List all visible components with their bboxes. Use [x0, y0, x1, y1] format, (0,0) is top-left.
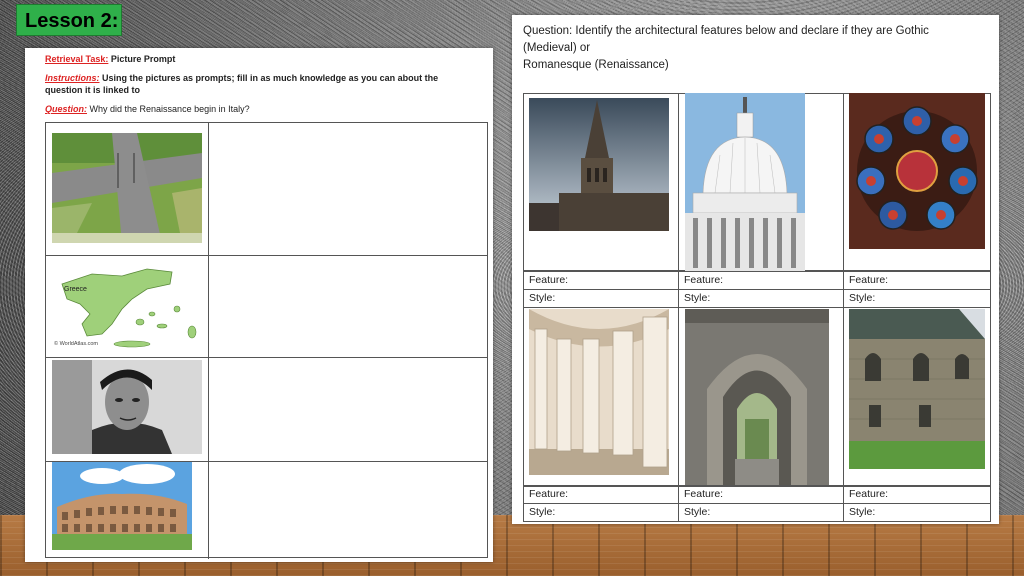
retrieval-task-value: Picture Prompt [110, 54, 176, 64]
feature-label: Feature: [678, 271, 844, 290]
greece-map-image: Greece © WorldAtlas.com [52, 264, 202, 352]
feature-label: Feature: [678, 485, 844, 504]
dome-image [685, 93, 805, 271]
map-label: Greece [64, 286, 87, 293]
columns-image [529, 309, 669, 475]
gothic-arch-image [685, 309, 829, 485]
picture-prompt-table: Greece © WorldAtlas.com [45, 122, 488, 559]
question-label: Question: [45, 104, 87, 114]
style-label: Style: [678, 289, 844, 308]
colosseum-image [52, 462, 202, 550]
gothic-spire-image [529, 98, 669, 231]
style-label: Style: [523, 503, 679, 522]
crossroads-image [52, 133, 202, 243]
romanesque-building-image [849, 309, 985, 469]
map-credit: © WorldAtlas.com [54, 341, 98, 347]
instructions-text-1: Using the pictures as prompts; fill in a… [102, 73, 439, 83]
instructions-text-2: question it is linked to [45, 85, 141, 95]
table-row [46, 123, 487, 256]
style-label: Style: [523, 289, 679, 308]
feature-label: Feature: [843, 485, 991, 504]
question-line: Question: Why did the Renaissance begin … [45, 104, 250, 114]
architecture-worksheet: Question: Identify the architectural fea… [512, 15, 999, 524]
portrait-image [52, 360, 202, 454]
question-line-2: Romanesque (Renaissance) [523, 59, 669, 71]
architecture-grid: Feature: Feature: Feature: Style: Style:… [523, 93, 991, 523]
style-label: Style: [843, 289, 991, 308]
style-label: Style: [843, 503, 991, 522]
lesson-title: Lesson 2: [16, 4, 122, 36]
retrieval-worksheet: Retrieval Task: Picture Prompt Instructi… [25, 48, 493, 562]
rose-window-image [849, 93, 985, 249]
retrieval-task-line: Retrieval Task: Picture Prompt [45, 54, 175, 64]
retrieval-task-label: Retrieval Task: [45, 54, 109, 64]
table-row: Greece © WorldAtlas.com [46, 256, 487, 358]
instructions-label: Instructions: [45, 73, 100, 83]
architecture-question: Question: Identify the architectural fea… [523, 23, 983, 74]
feature-label: Feature: [843, 271, 991, 290]
question-line-1: Question: Identify the architectural fea… [523, 25, 929, 54]
instructions-line: Instructions: Using the pictures as prom… [45, 73, 475, 83]
question-text: Why did the Renaissance begin in Italy? [89, 104, 250, 114]
style-label: Style: [678, 503, 844, 522]
instructions-line-2: question it is linked to [45, 85, 140, 95]
table-row [46, 462, 487, 559]
feature-label: Feature: [523, 485, 679, 504]
table-row [46, 358, 487, 462]
feature-label: Feature: [523, 271, 679, 290]
